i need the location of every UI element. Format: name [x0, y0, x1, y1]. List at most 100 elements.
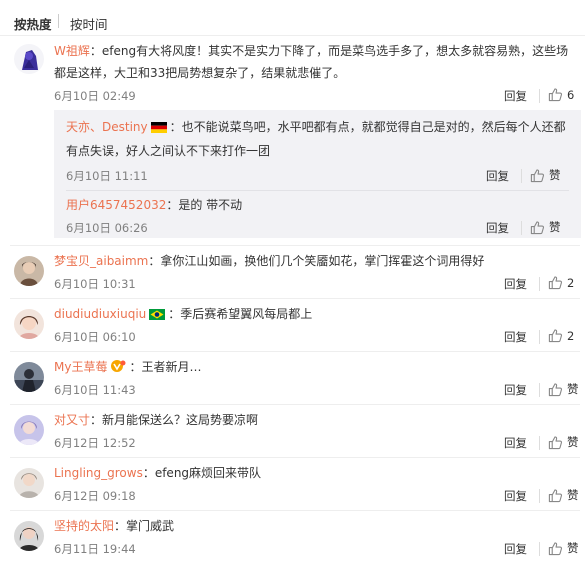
like-button[interactable]: 赞 [548, 487, 579, 503]
comment-body: Lingling_grows：efeng麻烦回来带队 [54, 462, 571, 484]
comment-body: W祖辉：efeng有大将风度！其实不是实力下降了，而是菜鸟选手多了，想太多就容易… [54, 40, 571, 84]
like-label: 赞 [567, 488, 579, 502]
like-button[interactable]: 赞 [548, 381, 579, 397]
sort-divider [58, 14, 59, 28]
avatar[interactable] [14, 468, 44, 498]
comment-item: Lingling_grows：efeng麻烦回来带队 6月12日 09:18 回… [0, 458, 585, 510]
reply-username[interactable]: 天亦、Destiny [66, 120, 148, 134]
reply-button[interactable]: 回复 [486, 220, 509, 236]
reply-date: 6月10日 06:26 [66, 221, 148, 235]
reply-divider [66, 190, 569, 191]
comment-item: diudiudiuxiuqiu ：季后赛希望翼风每局都上 6月10日 06:10 … [0, 299, 585, 351]
comment-username[interactable]: 坚持的太阳 [54, 519, 114, 533]
action-divider [539, 89, 540, 103]
comment-date: 6月10日 11:43 [54, 383, 136, 397]
comment-username[interactable]: diudiudiuxiuqiu [54, 307, 146, 321]
avatar[interactable] [14, 256, 44, 286]
thumbs-up-icon [548, 541, 563, 555]
comment-username[interactable]: Lingling_grows [54, 466, 143, 480]
comment-date: 6月10日 02:49 [54, 89, 136, 103]
reply-button[interactable]: 回复 [504, 382, 527, 398]
comment-body: diudiudiuxiuqiu ：季后赛希望翼风每局都上 [54, 303, 571, 327]
like-label: 赞 [567, 541, 579, 555]
like-count: 6 [567, 87, 575, 102]
action-divider [539, 436, 540, 450]
like-count: 2 [567, 275, 575, 290]
like-label: 赞 [549, 220, 561, 234]
thumbs-up-icon [548, 329, 563, 343]
comment-item: W祖辉：efeng有大将风度！其实不是实力下降了，而是菜鸟选手多了，想太多就容易… [0, 36, 585, 242]
comment-date: 6月10日 10:31 [54, 277, 136, 291]
thumbs-up-icon [548, 276, 563, 290]
like-button[interactable]: 赞 [530, 167, 561, 183]
avatar[interactable] [14, 309, 44, 339]
comment-body: 对又寸：新月能保送么？这局势要凉啊 [54, 409, 571, 431]
reply-button[interactable]: 回复 [504, 488, 527, 504]
action-divider [521, 221, 522, 235]
thumbs-up-icon [548, 88, 563, 102]
comment-username[interactable]: My王草莓 [54, 360, 107, 374]
like-button[interactable]: 2 [548, 275, 574, 290]
avatar[interactable] [14, 44, 44, 74]
like-button[interactable]: 赞 [548, 434, 579, 450]
like-button[interactable]: 6 [548, 87, 574, 102]
comment-text: ：王者新月… [129, 360, 202, 374]
comment-text: ：efeng麻烦回来带队 [142, 466, 262, 480]
action-divider [539, 383, 540, 397]
like-button[interactable]: 赞 [530, 219, 561, 235]
brazil-flag-icon [149, 305, 166, 327]
sort-by-time-tab[interactable]: 按时间 [70, 14, 108, 33]
comment-text: ：efeng有大将风度！其实不是实力下降了，而是菜鸟选手多了，想太多就容易熟，这… [54, 44, 569, 80]
reply-username[interactable]: 用户6457452032 [66, 198, 166, 212]
avatar[interactable] [14, 415, 44, 445]
comment-item: 梦宝贝_aibaimm：拿你江山如画，换他们几个笑靥如花，掌门挥霍这个词用得好 … [0, 246, 585, 298]
reply-button[interactable]: 回复 [504, 435, 527, 451]
comment-text: ：掌门威武 [114, 519, 175, 533]
vip-badge-icon [110, 358, 126, 380]
germany-flag-icon [150, 118, 167, 140]
comment-date: 6月12日 12:52 [54, 436, 136, 450]
like-label: 赞 [567, 435, 579, 449]
reply-button[interactable]: 回复 [486, 168, 509, 184]
avatar[interactable] [14, 362, 44, 392]
avatar[interactable] [14, 521, 44, 551]
like-button[interactable]: 赞 [548, 540, 579, 556]
comment-username[interactable]: 对又寸 [54, 413, 90, 427]
thumbs-up-icon [530, 220, 545, 234]
comment-date: 6月10日 06:10 [54, 330, 136, 344]
reply-box: 天亦、Destiny ：也不能说菜鸟吧，水平吧都有点，就都觉得自己是对的，然后每个… [54, 110, 581, 238]
reply-button[interactable]: 回复 [504, 276, 527, 292]
reply-date: 6月10日 11:11 [66, 169, 148, 183]
thumbs-up-icon [548, 382, 563, 396]
reply-button[interactable]: 回复 [504, 329, 527, 345]
reply-text: ：是的 带不动 [166, 198, 243, 212]
sort-by-hot-tab[interactable]: 按热度 [14, 14, 52, 33]
comment-text: ：拿你江山如画，换他们几个笑靥如花，掌门挥霍这个词用得好 [148, 254, 485, 268]
comment-body: 梦宝贝_aibaimm：拿你江山如画，换他们几个笑靥如花，掌门挥霍这个词用得好 [54, 250, 571, 272]
action-divider [539, 330, 540, 344]
comment-item: 对又寸：新月能保送么？这局势要凉啊 6月12日 12:52 回复 赞 [0, 405, 585, 457]
like-button[interactable]: 2 [548, 328, 574, 343]
reply-body: 天亦、Destiny ：也不能说菜鸟吧，水平吧都有点，就都觉得自己是对的，然后每个… [66, 116, 569, 162]
comment-item: 坚持的太阳：掌门威武 6月11日 19:44 回复 赞 [0, 511, 585, 563]
like-label: 赞 [567, 382, 579, 396]
action-divider [539, 277, 540, 291]
action-divider [539, 489, 540, 503]
action-divider [521, 169, 522, 183]
comment-username[interactable]: W祖辉 [54, 44, 90, 58]
thumbs-up-icon [530, 168, 545, 182]
comment-date: 6月11日 19:44 [54, 542, 136, 556]
like-count: 2 [567, 328, 575, 343]
comment-username[interactable]: 梦宝贝_aibaimm [54, 254, 148, 268]
reply-button[interactable]: 回复 [504, 88, 527, 104]
comment-body: 坚持的太阳：掌门威武 [54, 515, 571, 537]
like-label: 赞 [549, 168, 561, 182]
comment-date: 6月12日 09:18 [54, 489, 136, 503]
comment-text: ：新月能保送么？这局势要凉啊 [90, 413, 259, 427]
sort-bar: 按热度 按时间 [0, 0, 585, 36]
comment-item: My王草莓 ：王者新月… 6月10日 11:43 回复 赞 [0, 352, 585, 404]
reply-button[interactable]: 回复 [504, 541, 527, 557]
thumbs-up-icon [548, 488, 563, 502]
reply-body: 用户6457452032：是的 带不动 [66, 194, 569, 216]
action-divider [539, 542, 540, 556]
